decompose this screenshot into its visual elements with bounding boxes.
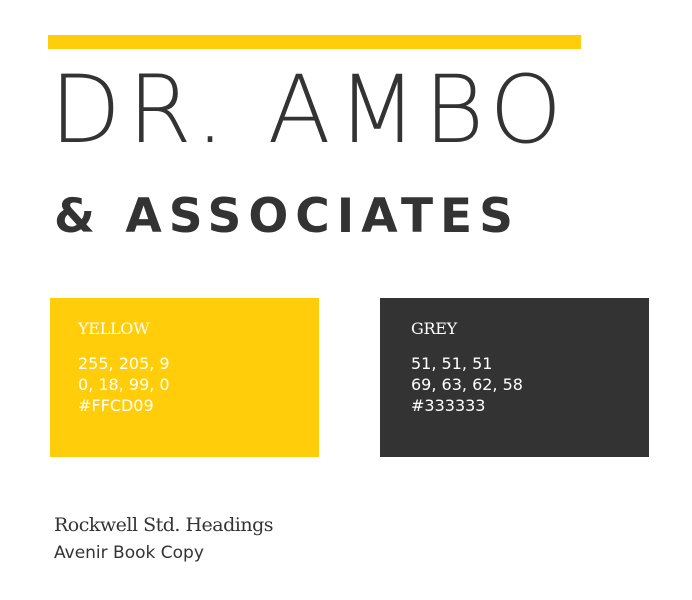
- swatch-name: GREY: [411, 319, 457, 338]
- swatch-name: YELLOW: [78, 319, 150, 338]
- swatch-rgb-value: 51, 51, 51: [411, 354, 493, 373]
- swatch-yellow: YELLOW 255, 205, 9 0, 18, 99, 0 #FFCD09: [50, 298, 319, 457]
- swatch-grey: GREY 51, 51, 51 69, 63, 62, 58 #333333: [380, 298, 649, 457]
- copy-font-sample: Avenir Book Copy: [54, 543, 204, 563]
- logo-title: DR. AMBO: [50, 56, 569, 165]
- swatch-cmyk-value: 0, 18, 99, 0: [78, 375, 170, 394]
- swatch-rgb-value: 255, 205, 9: [78, 354, 170, 373]
- logo-subtitle: & ASSOCIATES: [54, 189, 520, 244]
- accent-bar: [48, 35, 581, 49]
- heading-font-sample: Rockwell Std. Headings: [54, 514, 274, 536]
- swatch-hex-value: #FFCD09: [78, 396, 154, 415]
- swatch-hex-value: #333333: [411, 396, 486, 415]
- swatch-cmyk-value: 69, 63, 62, 58: [411, 375, 523, 394]
